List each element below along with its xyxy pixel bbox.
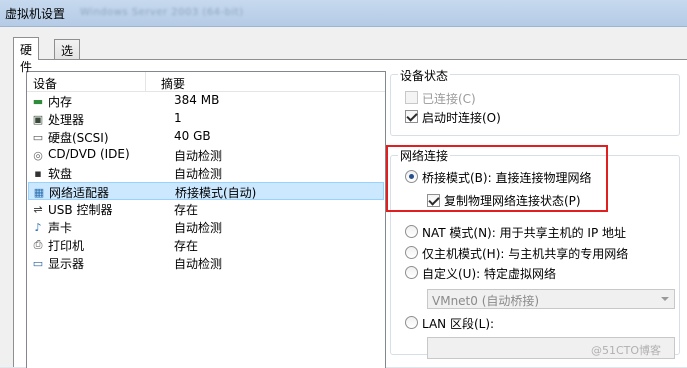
lan-segment-radio[interactable] [405, 316, 418, 329]
device-name: 软盘 [48, 167, 73, 181]
connected-label: 已连接(C) [422, 92, 476, 106]
network-adapter-icon: ▦ [33, 185, 45, 199]
processor-icon: ▣ [32, 112, 44, 126]
sound-card-icon: ♪ [34, 220, 42, 234]
device-summary: 自动检测 [174, 221, 223, 235]
device-name: 处理器 [48, 113, 85, 127]
device-name: 声卡 [48, 221, 73, 235]
device-row[interactable]: ▪ 软盘 自动检测 [28, 164, 384, 182]
column-header-summary[interactable]: 摘要 [161, 75, 185, 92]
device-list-header: 设备 摘要 [27, 72, 385, 92]
device-row[interactable]: ▬ 内存 384 MB [28, 92, 384, 110]
title-bar: 虚拟机设置 Windows Server 2003 (64-bit) [0, 0, 687, 27]
device-row[interactable]: ⇌ USB 控制器 存在 [28, 200, 384, 218]
connect-on-power-label: 启动时连接(O) [422, 111, 501, 125]
nat-label: NAT 模式(N): 用于共享主机的 IP 地址 [422, 226, 627, 240]
nat-radio[interactable] [405, 225, 418, 238]
device-status-title: 设备状态 [398, 67, 451, 84]
device-name: 内存 [48, 95, 73, 109]
device-name: USB 控制器 [48, 203, 113, 217]
host-only-label: 仅主机模式(H): 与主机共享的专用网络 [422, 247, 629, 261]
device-row[interactable]: ◎ CD/DVD (IDE) 自动检测 [28, 146, 384, 164]
custom-label: 自定义(U): 特定虚拟网络 [422, 267, 557, 281]
device-row[interactable]: ▦ 网络适配器 桥接模式(自动) [28, 182, 384, 200]
lan-segment-label: LAN 区段(L): [422, 317, 495, 331]
device-row[interactable]: ▣ 处理器 1 [28, 110, 384, 128]
device-name: 打印机 [48, 239, 85, 253]
floppy-icon: ▪ [34, 166, 42, 180]
device-row[interactable]: ⎙ 打印机 存在 [28, 236, 384, 254]
device-summary: 384 MB [174, 93, 220, 107]
display-icon: ▭ [32, 256, 44, 270]
custom-network-select[interactable]: VMnet0 (自动桥接) [427, 289, 675, 309]
usb-controller-icon: ⇌ [33, 202, 43, 216]
dropdown-arrow-icon [661, 297, 669, 301]
column-header-device[interactable]: 设备 [33, 75, 57, 92]
custom-network-value: VMnet0 (自动桥接) [432, 294, 540, 308]
custom-radio[interactable] [405, 266, 418, 279]
connect-on-power-checkbox[interactable] [405, 110, 418, 123]
device-row[interactable]: ♪ 声卡 自动检测 [28, 218, 384, 236]
tab-options[interactable]: 选项 [54, 39, 81, 75]
device-summary: 桥接模式(自动) [175, 186, 257, 200]
printer-icon: ⎙ [33, 238, 43, 251]
device-summary: 自动检测 [174, 167, 223, 181]
device-summary: 自动检测 [174, 257, 223, 271]
device-summary: 1 [174, 111, 182, 125]
host-only-radio[interactable] [405, 246, 418, 259]
device-summary: 存在 [174, 239, 199, 253]
device-row[interactable]: ▭ 硬盘(SCSI) 40 GB [28, 128, 384, 146]
watermark: @51CTO博客 [591, 344, 662, 357]
cd-dvd-icon: ◎ [33, 148, 43, 162]
device-summary: 自动检测 [174, 149, 223, 163]
window-title: 虚拟机设置 [5, 7, 66, 21]
device-list[interactable]: 设备 摘要 ▬ 内存 384 MB ▣ 处理器 1 ▭ 硬盘(SCSI) 40 GB ◎ CD/DV… [26, 71, 386, 368]
highlight-annotation-box [386, 145, 608, 212]
device-name: 网络适配器 [49, 186, 110, 200]
device-summary: 存在 [174, 203, 199, 217]
device-name: 硬盘(SCSI) [48, 131, 109, 145]
device-name: CD/DVD (IDE) [48, 147, 130, 161]
device-name: 显示器 [48, 257, 85, 271]
device-row[interactable]: ▭ 显示器 自动检测 [28, 254, 384, 272]
window-subtitle-blurred: Windows Server 2003 (64-bit) [80, 7, 244, 18]
column-separator[interactable] [145, 72, 146, 91]
tab-hardware[interactable]: 硬件 [13, 37, 40, 74]
device-summary: 40 GB [174, 129, 211, 143]
memory-icon: ▬ [32, 94, 44, 108]
connected-checkbox[interactable] [405, 91, 418, 104]
hard-disk-icon: ▭ [32, 130, 44, 144]
